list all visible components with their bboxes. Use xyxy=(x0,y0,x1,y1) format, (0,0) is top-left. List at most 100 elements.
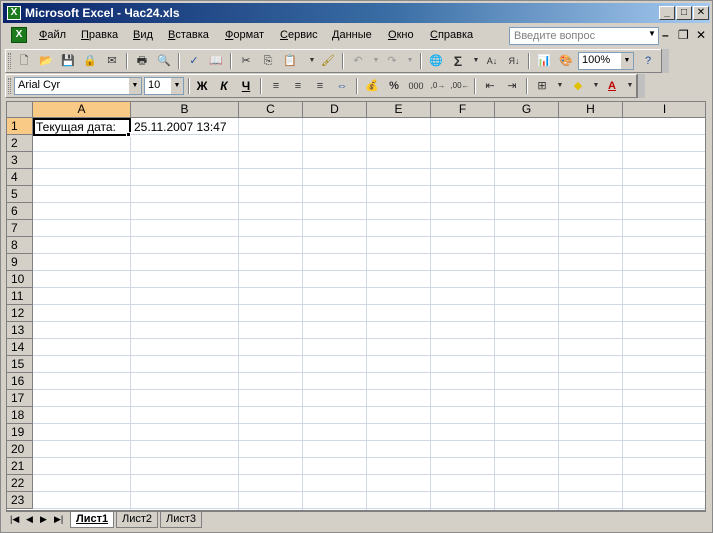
autosum-icon[interactable]: Σ xyxy=(448,52,468,70)
doc-minimize-icon[interactable]: – xyxy=(662,28,669,42)
active-cell-selection[interactable] xyxy=(33,118,131,136)
row-header-20[interactable]: 20 xyxy=(7,441,33,458)
increase-indent-icon[interactable]: ⇥ xyxy=(502,77,522,95)
sheet-tab-2[interactable]: Лист2 xyxy=(116,512,159,528)
email-icon[interactable]: ✉ xyxy=(102,52,122,70)
row-header-11[interactable]: 11 xyxy=(7,288,33,305)
row-header-13[interactable]: 13 xyxy=(7,322,33,339)
row-header-15[interactable]: 15 xyxy=(7,356,33,373)
toolbar-grip[interactable] xyxy=(8,53,11,69)
hyperlink-icon[interactable]: 🌐 xyxy=(426,52,446,70)
increase-decimal-icon[interactable]: ,0→ xyxy=(428,77,448,95)
first-sheet-icon[interactable]: |◀ xyxy=(10,514,19,525)
next-sheet-icon[interactable]: ▶ xyxy=(40,514,47,525)
menu-view[interactable]: Вид xyxy=(133,29,153,41)
borders-icon[interactable]: ⊞ xyxy=(532,77,552,95)
row-header-6[interactable]: 6 xyxy=(7,203,33,220)
zoom-dropdown-icon[interactable]: ▼ xyxy=(621,53,633,69)
fill-handle[interactable] xyxy=(126,132,131,137)
cell-b1[interactable]: 25.11.2007 13:47 xyxy=(134,119,227,135)
font-size-dropdown-icon[interactable]: ▼ xyxy=(171,78,183,94)
decrease-decimal-icon[interactable]: ,00← xyxy=(450,77,470,95)
chart-wizard-icon[interactable]: 📊 xyxy=(534,52,554,70)
redo-icon[interactable]: ↷ xyxy=(382,52,402,70)
minimize-button[interactable]: _ xyxy=(659,6,675,20)
copy-icon[interactable]: ⎘ xyxy=(258,52,278,70)
format-painter-icon[interactable]: 🖌 xyxy=(318,52,338,70)
spelling-icon[interactable]: ✓ xyxy=(184,52,204,70)
zoom-select[interactable]: 100% ▼ xyxy=(578,52,634,70)
print-icon[interactable]: 🖶 xyxy=(132,52,152,70)
borders-dropdown-icon[interactable]: ▼ xyxy=(550,77,570,95)
row-header-10[interactable]: 10 xyxy=(7,271,33,288)
menu-tools[interactable]: Сервис xyxy=(280,29,318,41)
font-name-dropdown-icon[interactable]: ▼ xyxy=(129,78,141,94)
last-sheet-icon[interactable]: ▶| xyxy=(54,514,63,525)
column-header-g[interactable]: G xyxy=(495,102,559,118)
new-icon[interactable]: 🗋 xyxy=(14,52,34,70)
toolbar-grip[interactable] xyxy=(8,78,11,94)
font-size-select[interactable]: 10 ▼ xyxy=(144,77,184,95)
row-header-19[interactable]: 19 xyxy=(7,424,33,441)
thousands-button[interactable]: 000 xyxy=(406,77,426,95)
title-bar[interactable]: X Microsoft Excel - Час24.xls _ □ ✕ xyxy=(3,3,710,23)
spreadsheet-grid[interactable]: A B C D E F G H I 1 2 3 4 5 6 7 8 9 10 11 12 13 14 15 1… xyxy=(6,101,706,511)
font-color-icon[interactable]: A xyxy=(602,77,622,95)
toolbar-options-icon[interactable] xyxy=(661,49,669,73)
row-header-14[interactable]: 14 xyxy=(7,339,33,356)
column-header-f[interactable]: F xyxy=(431,102,495,118)
row-header-7[interactable]: 7 xyxy=(7,220,33,237)
row-header-3[interactable]: 3 xyxy=(7,152,33,169)
row-header-17[interactable]: 17 xyxy=(7,390,33,407)
currency-icon[interactable]: 💰 xyxy=(362,77,382,95)
paste-icon[interactable]: 📋 xyxy=(280,52,300,70)
ask-question-dropdown-icon[interactable]: ▼ xyxy=(648,29,656,38)
select-all-corner[interactable] xyxy=(7,102,33,118)
menu-insert[interactable]: Вставка xyxy=(168,29,209,41)
column-header-a[interactable]: A xyxy=(33,102,131,118)
column-header-h[interactable]: H xyxy=(559,102,623,118)
row-header-9[interactable]: 9 xyxy=(7,254,33,271)
close-button[interactable]: ✕ xyxy=(693,6,709,20)
help-icon[interactable]: ? xyxy=(638,52,658,70)
row-header-23[interactable]: 23 xyxy=(7,492,33,509)
doc-restore-icon[interactable]: ❐ xyxy=(678,28,689,42)
row-header-2[interactable]: 2 xyxy=(7,135,33,152)
column-header-i[interactable]: I xyxy=(623,102,705,118)
menu-format[interactable]: Формат xyxy=(225,29,264,41)
cut-icon[interactable]: ✂ xyxy=(236,52,256,70)
undo-icon[interactable]: ↶ xyxy=(348,52,368,70)
row-header-22[interactable]: 22 xyxy=(7,475,33,492)
decrease-indent-icon[interactable]: ⇤ xyxy=(480,77,500,95)
menu-edit[interactable]: Правка xyxy=(81,29,118,41)
ask-question-box[interactable]: Введите вопрос xyxy=(509,27,659,45)
menu-help[interactable]: Справка xyxy=(430,29,473,41)
row-header-16[interactable]: 16 xyxy=(7,373,33,390)
menu-window[interactable]: Окно xyxy=(388,29,414,41)
fill-color-icon[interactable]: ◆ xyxy=(568,77,588,95)
row-header-21[interactable]: 21 xyxy=(7,458,33,475)
menu-file[interactable]: Файл xyxy=(39,29,66,41)
merge-center-icon[interactable]: ⇔ xyxy=(332,77,352,95)
sheet-tab-3[interactable]: Лист3 xyxy=(160,512,203,528)
row-header-12[interactable]: 12 xyxy=(7,305,33,322)
sort-ascending-icon[interactable]: A↓ xyxy=(482,52,502,70)
drawing-icon[interactable]: 🎨 xyxy=(556,52,576,70)
sort-descending-icon[interactable]: Я↓ xyxy=(504,52,524,70)
italic-button[interactable]: К xyxy=(214,77,234,95)
row-header-5[interactable]: 5 xyxy=(7,186,33,203)
print-preview-icon[interactable]: 🔍 xyxy=(154,52,174,70)
align-right-icon[interactable]: ≡ xyxy=(310,77,330,95)
column-header-c[interactable]: C xyxy=(239,102,303,118)
align-left-icon[interactable]: ≡ xyxy=(266,77,286,95)
percent-button[interactable]: % xyxy=(384,77,404,95)
underline-button[interactable]: Ч xyxy=(236,77,256,95)
bold-button[interactable]: Ж xyxy=(192,77,212,95)
doc-close-icon[interactable]: ✕ xyxy=(696,28,706,42)
save-icon[interactable]: 💾 xyxy=(58,52,78,70)
permission-icon[interactable]: 🔒 xyxy=(80,52,100,70)
toolbar-options-icon[interactable] xyxy=(637,74,645,98)
research-icon[interactable]: 📖 xyxy=(206,52,226,70)
redo-dropdown-icon[interactable]: ▼ xyxy=(400,52,420,70)
align-center-icon[interactable]: ≡ xyxy=(288,77,308,95)
